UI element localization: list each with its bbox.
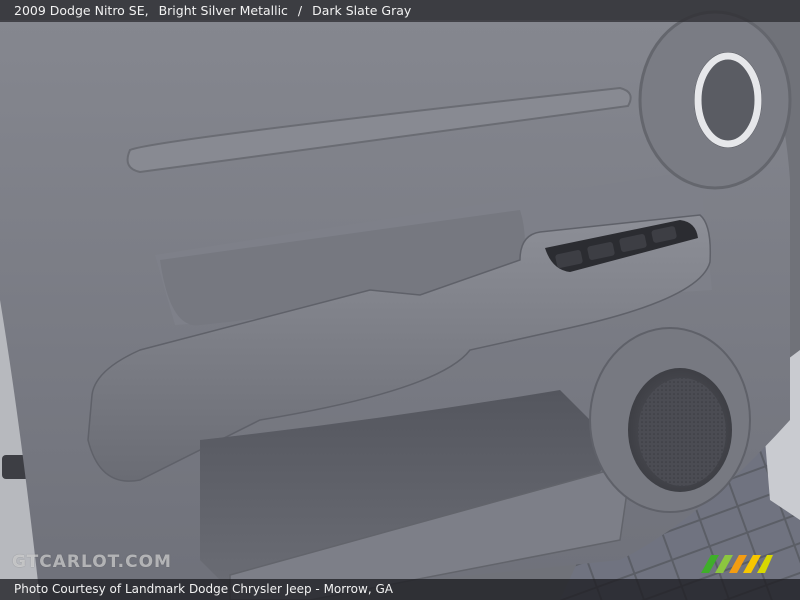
door-panel-photo bbox=[0, 0, 800, 600]
speaker-grille bbox=[589, 327, 751, 513]
color-separator: / bbox=[297, 3, 303, 18]
photo-caption-bar: 2009 Dodge Nitro SE, Bright Silver Metal… bbox=[0, 0, 800, 22]
vehicle-title: 2009 Dodge Nitro SE, bbox=[14, 3, 149, 18]
photo-credit: Photo Courtesy of Landmark Dodge Chrysle… bbox=[14, 582, 393, 596]
exterior-color: Bright Silver Metallic bbox=[158, 3, 288, 18]
door-handle-bezel bbox=[638, 10, 792, 190]
photo-credit-bar: Photo Courtesy of Landmark Dodge Chrysle… bbox=[0, 579, 800, 600]
gtcarlot-stripes-logo-icon bbox=[701, 555, 773, 573]
interior-color: Dark Slate Gray bbox=[312, 3, 412, 18]
gtcarlot-watermark: GTCARLOT.COM bbox=[12, 552, 172, 572]
